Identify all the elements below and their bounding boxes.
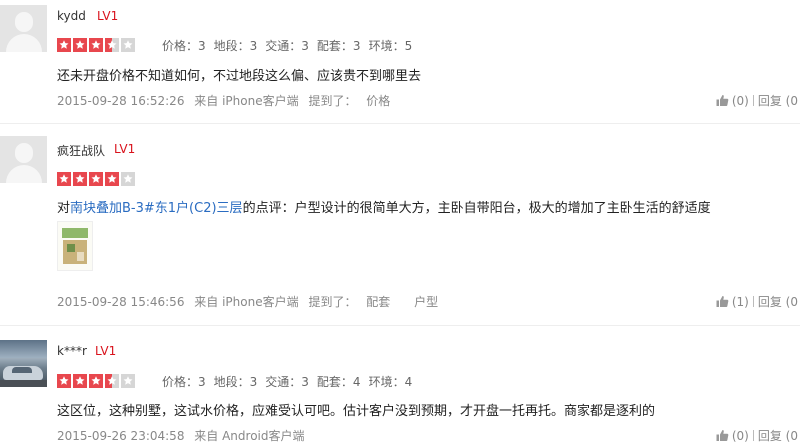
mentioned-tag[interactable]: 价格: [366, 94, 390, 108]
reply-button[interactable]: 回复 (0: [758, 293, 798, 310]
rating-item: 地段：3: [213, 375, 258, 389]
star-icon: [89, 374, 103, 388]
user-avatar-icon[interactable]: [0, 340, 47, 387]
rating-item: 配套：4: [316, 375, 361, 389]
review-item: k***r LV1 价格：3 地段：3 交通：3 配套：4 环境：4 这区位，这种别墅，…: [0, 326, 800, 442]
ratings-breakdown: 价格：3 地段：3 交通：3 配套：4 环境：4: [162, 373, 420, 390]
star-icon: [105, 172, 119, 186]
star-icon: [121, 172, 135, 186]
star-icon: [57, 38, 71, 52]
star-icon: [73, 172, 87, 186]
review-source: 来自 iPhone客户端: [194, 94, 299, 108]
star-icon: [57, 172, 71, 186]
mentioned-tag[interactable]: 配套: [366, 295, 390, 309]
review-actions: (0) 回复 (0: [716, 92, 798, 109]
unit-link[interactable]: 南块叠加B-3#东1户(C2)三层: [70, 201, 243, 216]
username[interactable]: k***r: [57, 344, 87, 358]
star-icon: [121, 38, 135, 52]
star-rating: [57, 374, 137, 388]
rating-item: 环境：5: [368, 39, 413, 53]
user-level-badge: LV1: [97, 9, 119, 23]
review-content: 对南块叠加B-3#东1户(C2)三层的点评：户型设计的很简单大方，主卧自带阳台，…: [57, 197, 711, 216]
content-text: 这区位，这种别墅，这试水价格，应难受认可吧。估计客户没到预期，才开盘一托再托。商…: [57, 404, 656, 419]
rating-item: 交通：3: [265, 39, 309, 53]
star-icon: [73, 38, 87, 52]
review-source: 来自 Android客户端: [194, 429, 305, 442]
star-icon: [89, 38, 103, 52]
like-count[interactable]: (0): [732, 94, 749, 108]
reply-button[interactable]: 回复 (0: [758, 92, 798, 109]
mentioned-label: 提到了：: [308, 295, 357, 309]
review-meta: 2015-09-28 16:52:26 来自 iPhone客户端 提到了： 价格: [57, 92, 396, 109]
rating-item: 价格：3: [162, 375, 206, 389]
star-icon: [105, 374, 119, 388]
user-level-badge: LV1: [95, 344, 117, 358]
username[interactable]: 疯狂战队: [57, 142, 105, 159]
review-content: 还未开盘价格不知道如何，不过地段这么偏、应该贵不到哪里去: [57, 65, 421, 84]
content-text: 对: [57, 201, 71, 216]
rating-item: 环境：4: [368, 375, 413, 389]
divider: [752, 296, 754, 307]
review-meta: 2015-09-28 15:46:56 来自 iPhone客户端 提到了： 配套…: [57, 293, 444, 310]
rating-item: 交通：3: [265, 375, 309, 389]
like-count[interactable]: (0): [732, 429, 749, 442]
like-count[interactable]: (1): [732, 295, 749, 309]
mentioned-tag[interactable]: 户型: [414, 295, 438, 309]
user-avatar-icon[interactable]: [0, 136, 47, 183]
review-date: 2015-09-26 23:04:58: [57, 429, 185, 442]
review-content: 这区位，这种别墅，这试水价格，应难受认可吧。估计客户没到预期，才开盘一托再托。商…: [57, 400, 655, 419]
star-icon: [89, 172, 103, 186]
star-icon: [57, 374, 71, 388]
review-date: 2015-09-28 16:52:26: [57, 94, 185, 108]
review-actions: (0) 回复 (0: [716, 427, 798, 442]
content-text: 还未开盘价格不知道如何，不过地段这么偏、应该贵不到哪里去: [57, 69, 422, 84]
review-meta: 2015-09-26 23:04:58 来自 Android客户端: [57, 427, 311, 442]
divider: [752, 95, 754, 106]
review-date: 2015-09-28 15:46:56: [57, 295, 185, 309]
star-icon: [73, 374, 87, 388]
content-text: 的点评：户型设计的很简单大方，主卧自带阳台，极大的增加了主卧生活的舒适度: [242, 201, 711, 216]
review-item: 疯狂战队 LV1 对南块叠加B-3#东1户(C2)三层的点评：户型设计的很简单大…: [0, 124, 800, 326]
reply-button[interactable]: 回复 (0: [758, 427, 798, 442]
user-level-badge: LV1: [114, 142, 136, 156]
review-image-thumbnail[interactable]: [57, 221, 93, 271]
username[interactable]: kydd: [57, 9, 86, 23]
review-item: kydd LV1 价格：3 地段：3 交通：3 配套：3 环境：5 还未开盘价格不知道如…: [0, 0, 800, 124]
star-rating: [57, 172, 137, 186]
ratings-breakdown: 价格：3 地段：3 交通：3 配套：3 环境：5: [162, 37, 420, 54]
review-actions: (1) 回复 (0: [716, 293, 798, 310]
review-source: 来自 iPhone客户端: [194, 295, 299, 309]
mentioned-label: 提到了：: [308, 94, 357, 108]
rating-item: 配套：3: [316, 39, 361, 53]
thumbs-up-icon[interactable]: [716, 429, 729, 442]
rating-item: 地段：3: [213, 39, 258, 53]
star-rating: [57, 38, 137, 52]
thumbs-up-icon[interactable]: [716, 295, 729, 308]
divider: [752, 430, 754, 441]
thumbs-up-icon[interactable]: [716, 94, 729, 107]
star-icon: [105, 38, 119, 52]
rating-item: 价格：3: [162, 39, 206, 53]
star-icon: [121, 374, 135, 388]
user-avatar-icon[interactable]: [0, 5, 47, 52]
